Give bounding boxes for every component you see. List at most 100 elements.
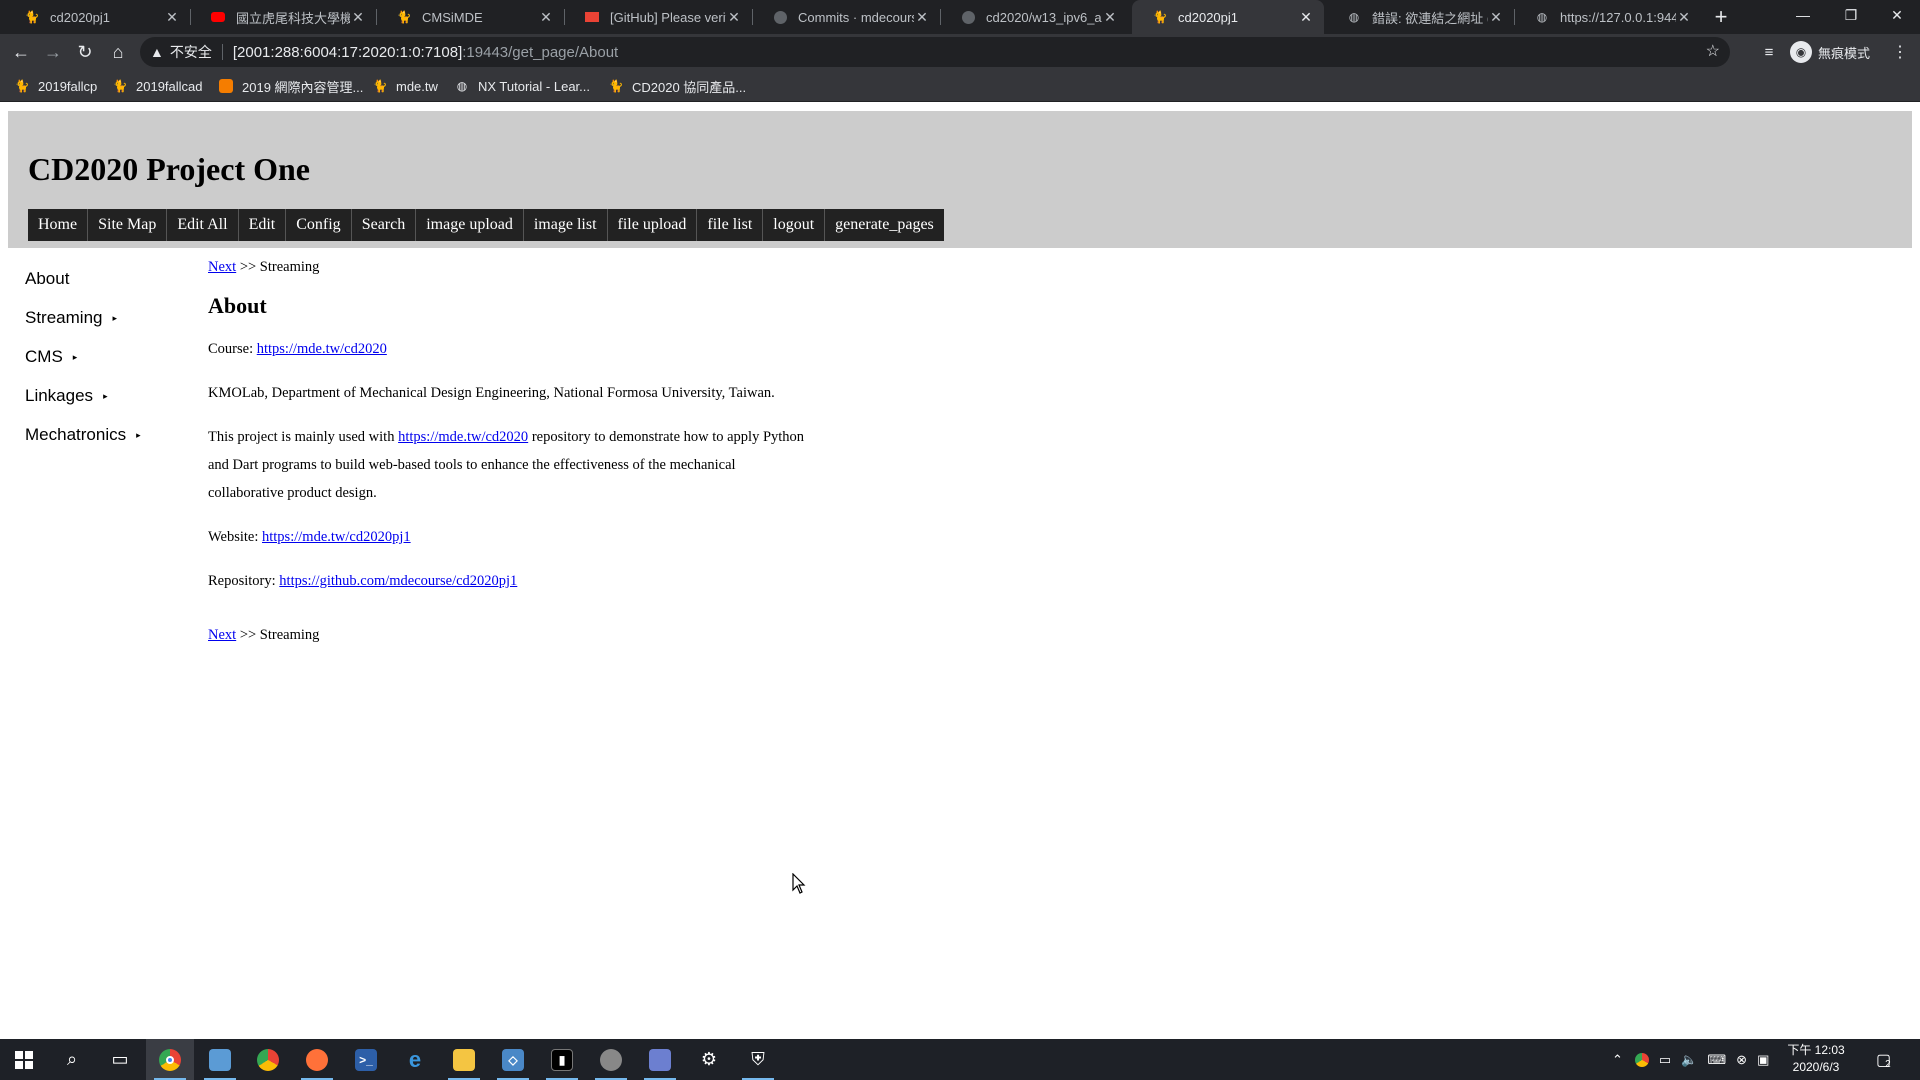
maximize-button[interactable]: ❐ [1828, 0, 1874, 30]
menu-file-list[interactable]: file list [697, 209, 764, 241]
media-control-icon[interactable]: ≡ [1754, 37, 1784, 67]
menu-config[interactable]: Config [286, 209, 352, 241]
windows-taskbar: ⌕ ▭ >_ e ◇ ▮ ⚙ ⛨ ⌃ ▭ 🔈 ⌨ ⊗ ▣ 下午 12:03 20… [0, 1039, 1920, 1080]
tab-8[interactable]: ◍ 錯誤: 欲連結之網址 ( U ✕ [1326, 0, 1514, 34]
powershell-icon[interactable]: >_ [342, 1039, 390, 1080]
description-link[interactable]: https://mde.tw/cd2020 [398, 429, 528, 445]
sidebar-item-cms[interactable]: CMS ▸ [25, 337, 205, 376]
sidebar-item-linkages[interactable]: Linkages ▸ [25, 376, 205, 415]
bookmark-1[interactable]: 🐈 2019fallcp [14, 77, 98, 95]
chrome-canary-icon[interactable] [244, 1039, 292, 1080]
repository-link[interactable]: https://github.com/mdecourse/cd2020pj1 [279, 573, 517, 589]
tab-9[interactable]: ◍ https://127.0.0.1:944 ✕ [1514, 0, 1702, 34]
top-menu: Home Site Map Edit All Edit Config Searc… [28, 209, 944, 241]
bookmark-4[interactable]: 🐈 mde.tw [372, 77, 438, 95]
sidebar-nav: About Streaming ▸ CMS ▸ Linkages ▸ Mecha… [25, 259, 205, 454]
bookmark-3[interactable]: 2019 網際內容管理... [218, 77, 363, 95]
minimize-button[interactable]: — [1780, 0, 1826, 30]
bookmark-star-icon[interactable]: ☆ [1706, 41, 1720, 61]
close-icon[interactable]: ✕ [914, 9, 930, 25]
address-bar[interactable]: ▲ 不安全 [2001:288:6004:17:2020:1:0:7108] :… [140, 37, 1730, 67]
tab-1[interactable]: 🐈 cd2020pj1 ✕ [4, 0, 190, 34]
close-icon[interactable]: ✕ [164, 9, 180, 25]
menu-edit-all[interactable]: Edit All [167, 209, 239, 241]
windows-start-icon[interactable] [0, 1039, 48, 1080]
tab-title: 國立虎尾科技大學機械 [236, 10, 350, 26]
search-icon[interactable]: ⌕ [48, 1039, 96, 1080]
tab-2[interactable]: 國立虎尾科技大學機械 ✕ [190, 0, 376, 34]
menu-dots-icon[interactable]: ⋮ [1892, 42, 1908, 62]
forward-icon[interactable]: → [38, 37, 68, 67]
bookmark-6[interactable]: 🐈 CD2020 協同產品... [608, 77, 747, 95]
next-link[interactable]: Next [208, 627, 236, 643]
input-method-icon[interactable]: ▣ [1757, 1052, 1769, 1068]
menu-home[interactable]: Home [28, 209, 89, 241]
menu-image-upload[interactable]: image upload [416, 209, 524, 241]
bookmark-label: CD2020 協同產品... [632, 79, 747, 95]
caret-right-icon: ▸ [112, 313, 118, 323]
sidebar-item-mechatronics[interactable]: Mechatronics ▸ [25, 415, 205, 454]
home-icon[interactable]: ⌂ [103, 37, 133, 67]
system-clock[interactable]: 下午 12:03 2020/6/3 [1786, 1042, 1846, 1076]
menu-logout[interactable]: logout [763, 209, 826, 241]
tab-6[interactable]: cd2020/w13_ipv6_ass ✕ [940, 0, 1128, 34]
close-window-button[interactable]: ✕ [1874, 0, 1920, 30]
close-icon[interactable]: ✕ [1102, 9, 1118, 25]
action-center[interactable]: ▢ 2 [1876, 1039, 1891, 1080]
keyboard-icon[interactable]: ⌨ [1707, 1052, 1726, 1068]
bookmark-5[interactable]: ◍ NX Tutorial - Lear... [454, 77, 590, 95]
close-icon[interactable]: ✕ [1488, 9, 1504, 25]
file-explorer-icon[interactable] [440, 1039, 488, 1080]
page-heading: About [208, 293, 267, 318]
tab-5[interactable]: Commits · mdecourse ✕ [752, 0, 940, 34]
new-tab-button[interactable]: + [1708, 4, 1734, 30]
tab-4[interactable]: [GitHub] Please verify ✕ [564, 0, 752, 34]
menu-edit[interactable]: Edit [238, 209, 287, 241]
site-header: CD2020 Project One Home Site Map Edit Al… [8, 111, 1912, 248]
globe-icon: ◍ [456, 79, 468, 93]
bookmark-2[interactable]: 🐈 2019fallcad [112, 77, 203, 95]
edge-icon[interactable]: e [391, 1039, 439, 1080]
next-link[interactable]: Next [208, 259, 236, 275]
course-link[interactable]: https://mde.tw/cd2020 [257, 341, 387, 357]
menu-file-upload[interactable]: file upload [607, 209, 698, 241]
network-tool-icon[interactable] [636, 1039, 684, 1080]
menu-generate-pages[interactable]: generate_pages [825, 209, 944, 241]
breadcrumb-top: Next >> Streaming [208, 253, 808, 281]
chrome-tray-icon[interactable] [1634, 1052, 1649, 1067]
reload-icon[interactable]: ↻ [70, 37, 100, 67]
task-view-icon[interactable]: ▭ [96, 1039, 144, 1080]
close-icon[interactable]: ✕ [1298, 9, 1314, 25]
incognito-profile[interactable]: ◉ 無痕模式 ⋮ [1790, 39, 1908, 65]
chrome-icon[interactable] [146, 1039, 194, 1080]
menu-image-list[interactable]: image list [523, 209, 608, 241]
page-viewport: CD2020 Project One Home Site Map Edit Al… [0, 103, 1920, 1039]
network-icon[interactable]: ▭ [1659, 1052, 1671, 1068]
close-icon[interactable]: ✕ [726, 9, 742, 25]
close-icon[interactable]: ✕ [350, 9, 366, 25]
close-icon[interactable]: ✕ [538, 9, 554, 25]
tab-3[interactable]: 🐈 CMSiMDE ✕ [376, 0, 564, 34]
breadcrumb-bottom: Next >> Streaming [208, 621, 808, 649]
website-link[interactable]: https://mde.tw/cd2020pj1 [262, 529, 411, 545]
settings-icon[interactable]: ⚙ [685, 1039, 733, 1080]
github-icon [960, 9, 976, 25]
close-icon[interactable]: ✕ [1676, 9, 1692, 25]
menu-site-map[interactable]: Site Map [88, 209, 168, 241]
tray-close-icon[interactable]: ⊗ [1736, 1052, 1747, 1068]
security-icon[interactable]: ⛨ [734, 1039, 782, 1080]
terminal-icon[interactable]: ▮ [538, 1039, 586, 1080]
volume-muted-icon[interactable]: 🔈 [1681, 1052, 1697, 1068]
virtualbox-icon[interactable]: ◇ [489, 1039, 537, 1080]
back-icon[interactable]: ← [6, 37, 36, 67]
firefox-icon[interactable] [293, 1039, 341, 1080]
menu-search[interactable]: Search [351, 209, 417, 241]
sidebar-item-about[interactable]: About [25, 259, 205, 298]
tab-7-active[interactable]: 🐈 cd2020pj1 ✕ [1132, 0, 1324, 34]
chevron-up-icon[interactable]: ⌃ [1612, 1052, 1623, 1068]
screen-app-icon[interactable] [196, 1039, 244, 1080]
sidebar-item-streaming[interactable]: Streaming ▸ [25, 298, 205, 337]
app-icon[interactable] [587, 1039, 635, 1080]
website-label: Website: [208, 529, 262, 545]
tab-title: [GitHub] Please verify [610, 9, 726, 25]
